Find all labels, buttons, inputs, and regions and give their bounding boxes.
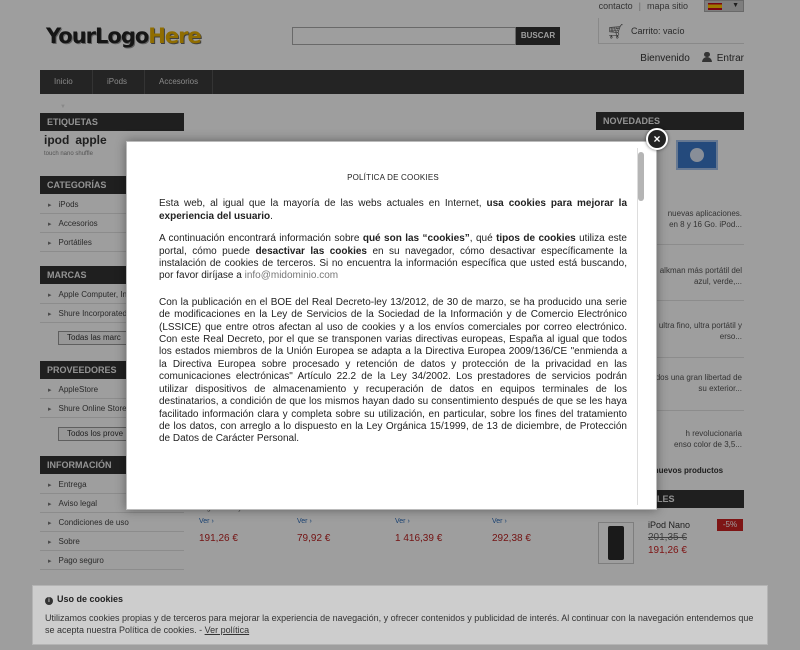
modal-content: POLÍTICA DE COOKIES Esta web, al igual q… (159, 172, 627, 456)
modal-paragraph: A continuación encontrará información so… (159, 233, 628, 282)
cookie-notice-title: i Uso de cookies (45, 594, 123, 605)
modal-scrollbar-thumb[interactable] (638, 152, 644, 201)
info-icon: i (45, 597, 53, 605)
cookie-policy-modal: POLÍTICA DE COOKIES Esta web, al igual q… (126, 141, 657, 510)
close-icon[interactable]: × (646, 128, 668, 150)
modal-paragraph: Esta web, al igual que la mayoría de las… (159, 198, 628, 222)
modal-title: POLÍTICA DE COOKIES (347, 173, 439, 182)
view-policy-link[interactable]: Ver política (205, 625, 250, 635)
cookie-notice-bar: i Uso de cookies Utilizamos cookies propi… (32, 585, 768, 645)
modal-scrollbar-track[interactable] (637, 148, 645, 505)
cookie-notice-text: Utilizamos cookies propias y de terceros… (45, 613, 754, 635)
email-link[interactable]: info@midominio.com (245, 270, 339, 281)
modal-paragraph: Con la publicación en el BOE del Real De… (159, 296, 627, 445)
